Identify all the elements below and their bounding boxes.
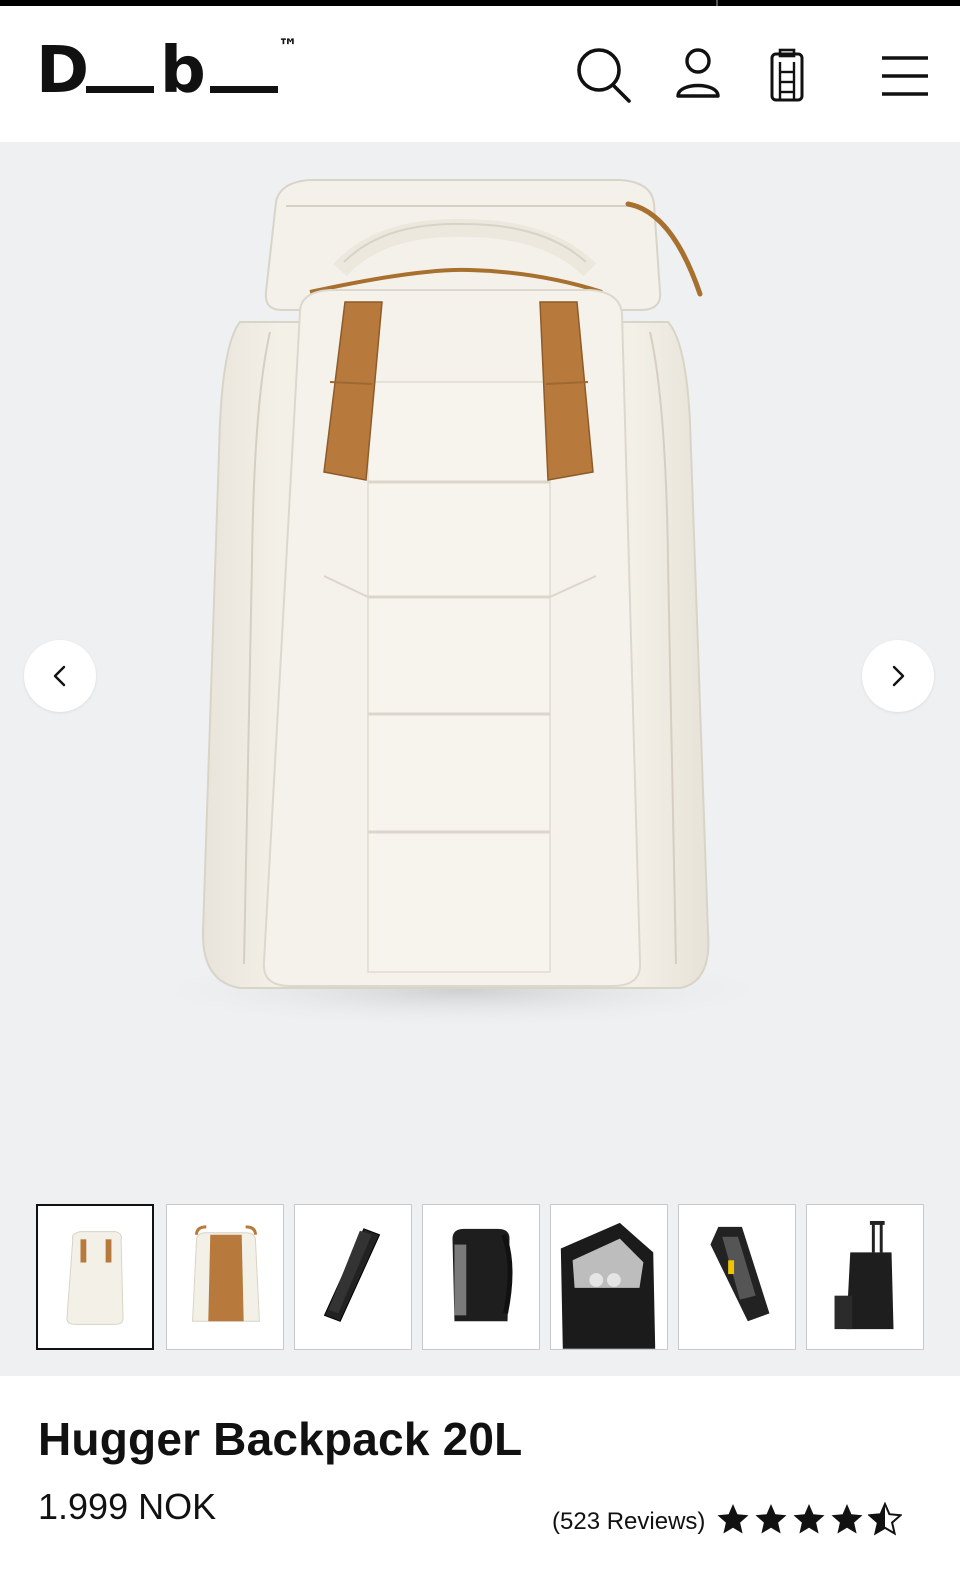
chevron-left-icon: [53, 665, 66, 687]
trademark-symbol: ™: [278, 34, 298, 58]
svg-text:D: D: [36, 34, 89, 104]
search-icon[interactable]: [572, 44, 632, 104]
menu-icon[interactable]: [876, 44, 936, 104]
product-hero-image[interactable]: [0, 142, 960, 1192]
star-full-icon: [717, 1504, 749, 1534]
star-half-icon: [868, 1502, 902, 1536]
thumbnail-side-black[interactable]: [294, 1204, 412, 1350]
brand-logo[interactable]: D b ™: [36, 34, 306, 108]
reviews-link[interactable]: (523 Reviews): [552, 1508, 705, 1536]
thumbnail-back-cream[interactable]: [166, 1204, 284, 1350]
svg-text:b: b: [160, 34, 206, 104]
next-image-button[interactable]: [862, 640, 934, 712]
product-gallery: [0, 142, 960, 1376]
star-full-icon: [831, 1504, 863, 1534]
site-header: D b ™: [0, 6, 960, 142]
thumbnail-trolley-black[interactable]: [806, 1204, 924, 1350]
thumbnail-front-cream[interactable]: [36, 1204, 154, 1350]
thumbnail-strip: [36, 1204, 924, 1350]
thumbnail-back-black[interactable]: [422, 1204, 540, 1350]
chevron-right-icon: [892, 665, 905, 687]
star-full-icon: [755, 1504, 787, 1534]
previous-image-button[interactable]: [24, 640, 96, 712]
brand-logo-mark: D b: [36, 34, 278, 108]
rating-stars[interactable]: [716, 1502, 902, 1538]
product-price: 1.999 NOK: [38, 1486, 217, 1527]
thumbnail-side-open-black[interactable]: [678, 1204, 796, 1350]
thumbnail-open-black[interactable]: [550, 1204, 668, 1350]
product-info: Hugger Backpack 20L 1.999 NOK (523 Revie…: [0, 1376, 960, 1581]
star-full-icon: [793, 1504, 825, 1534]
account-icon[interactable]: [668, 44, 728, 104]
cart-icon[interactable]: [758, 44, 818, 104]
product-title: Hugger Backpack 20L: [38, 1413, 523, 1465]
